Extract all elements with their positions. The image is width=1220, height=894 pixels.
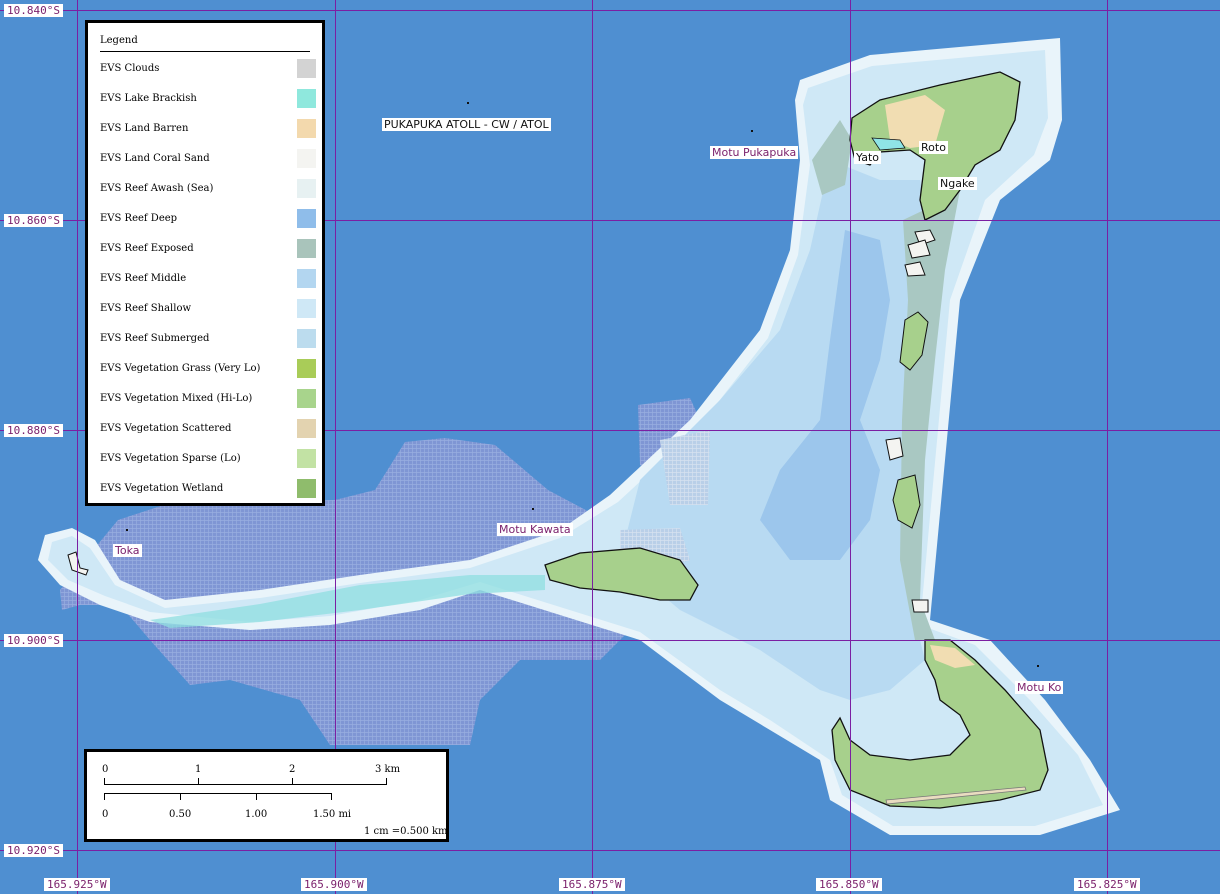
legend-swatch — [297, 359, 316, 378]
legend-swatch — [297, 239, 316, 258]
legend-divider — [100, 51, 310, 52]
place-label-motu-pukapuka: Motu Pukapuka — [710, 146, 799, 159]
scale-mi-tick: 1.50 mi — [313, 809, 352, 820]
legend-item-label: EVS Clouds — [100, 63, 160, 74]
legend-swatch — [297, 299, 316, 318]
legend-item-label: EVS Land Coral Sand — [100, 153, 210, 164]
legend-item-label: EVS Reef Middle — [100, 273, 187, 284]
scale-bar: 0 1 2 3 km 0 0.50 1.00 1.50 mi 1 cm =0.5… — [84, 749, 449, 842]
legend-item-label: EVS Vegetation Mixed (Hi-Lo) — [100, 393, 253, 404]
legend-item-label: EVS Reef Deep — [100, 213, 178, 224]
legend-item: EVS Vegetation Scattered — [100, 419, 316, 439]
lon-label: 165.850°W — [816, 878, 882, 891]
place-marker — [751, 130, 753, 132]
legend-swatch — [297, 389, 316, 408]
scale-km-tick: 3 km — [375, 764, 401, 775]
scale-mi-tick: 0 — [102, 809, 109, 820]
scale-mi-tick: 1.00 — [245, 809, 268, 820]
legend-item-label: EVS Reef Awash (Sea) — [100, 183, 214, 194]
legend-swatch — [297, 419, 316, 438]
legend-item: EVS Land Barren — [100, 119, 316, 139]
legend-item: EVS Vegetation Sparse (Lo) — [100, 449, 316, 469]
scale-km-tick: 1 — [195, 764, 202, 775]
legend-item: EVS Reef Awash (Sea) — [100, 179, 316, 199]
legend-swatch — [297, 209, 316, 228]
lon-label: 165.825°W — [1074, 878, 1140, 891]
legend-item: EVS Reef Exposed — [100, 239, 316, 259]
lat-label: 10.920°S — [4, 844, 63, 857]
lon-label: 165.925°W — [44, 878, 110, 891]
legend-swatch — [297, 119, 316, 138]
legend-swatch — [297, 149, 316, 168]
legend-item: EVS Vegetation Mixed (Hi-Lo) — [100, 389, 316, 409]
legend-item: EVS Reef Middle — [100, 269, 316, 289]
lon-label: 165.900°W — [301, 878, 367, 891]
place-label-roto: Roto — [919, 141, 948, 154]
scale-km-tick: 2 — [289, 764, 296, 775]
legend-item-label: EVS Land Barren — [100, 123, 189, 134]
lat-label: 10.860°S — [4, 214, 63, 227]
legend-item: EVS Reef Submerged — [100, 329, 316, 349]
legend-swatch — [297, 449, 316, 468]
place-marker — [1037, 665, 1039, 667]
lat-label: 10.840°S — [4, 4, 63, 17]
place-label-toka: Toka — [113, 544, 142, 557]
legend-item: EVS Clouds — [100, 59, 316, 79]
place-label-atoll-title: PUKAPUKA ATOLL - CW / ATOL — [382, 118, 551, 131]
legend-item-label: EVS Reef Exposed — [100, 243, 194, 254]
place-marker — [126, 529, 128, 531]
legend-item: EVS Vegetation Wetland — [100, 479, 316, 499]
legend-swatch — [297, 329, 316, 348]
legend-item: EVS Land Coral Sand — [100, 149, 316, 169]
legend-swatch — [297, 269, 316, 288]
legend-swatch — [297, 59, 316, 78]
legend-swatch — [297, 479, 316, 498]
legend-swatch — [297, 179, 316, 198]
legend-item: EVS Vegetation Grass (Very Lo) — [100, 359, 316, 379]
lat-label: 10.880°S — [4, 424, 63, 437]
map-legend: Legend EVS Clouds EVS Lake Brackish EVS La… — [85, 20, 325, 506]
place-label-yato: Yato — [854, 151, 881, 164]
legend-swatch — [297, 89, 316, 108]
lat-label: 10.900°S — [4, 634, 63, 647]
legend-item-label: EVS Vegetation Grass (Very Lo) — [100, 363, 261, 374]
place-marker — [467, 102, 469, 104]
legend-item-label: EVS Vegetation Scattered — [100, 423, 232, 434]
legend-item: EVS Reef Deep — [100, 209, 316, 229]
legend-item-label: EVS Vegetation Wetland — [100, 483, 224, 494]
legend-item-label: EVS Lake Brackish — [100, 93, 197, 104]
legend-title: Legend — [100, 35, 138, 46]
legend-item: EVS Reef Shallow — [100, 299, 316, 319]
scale-km-tick: 0 — [102, 764, 109, 775]
scale-ratio: 1 cm =0.500 km — [364, 826, 448, 837]
lon-label: 165.875°W — [559, 878, 625, 891]
place-marker — [532, 508, 534, 510]
islet — [911, 599, 929, 613]
scale-mi-tick: 0.50 — [169, 809, 192, 820]
legend-item-label: EVS Reef Shallow — [100, 303, 192, 314]
legend-item-label: EVS Vegetation Sparse (Lo) — [100, 453, 241, 464]
place-label-motu-ko: Motu Ko — [1015, 681, 1064, 694]
place-label-ngake: Ngake — [938, 177, 977, 190]
legend-item-label: EVS Reef Submerged — [100, 333, 210, 344]
legend-item: EVS Lake Brackish — [100, 89, 316, 109]
place-label-motu-kawata: Motu Kawata — [497, 523, 573, 536]
